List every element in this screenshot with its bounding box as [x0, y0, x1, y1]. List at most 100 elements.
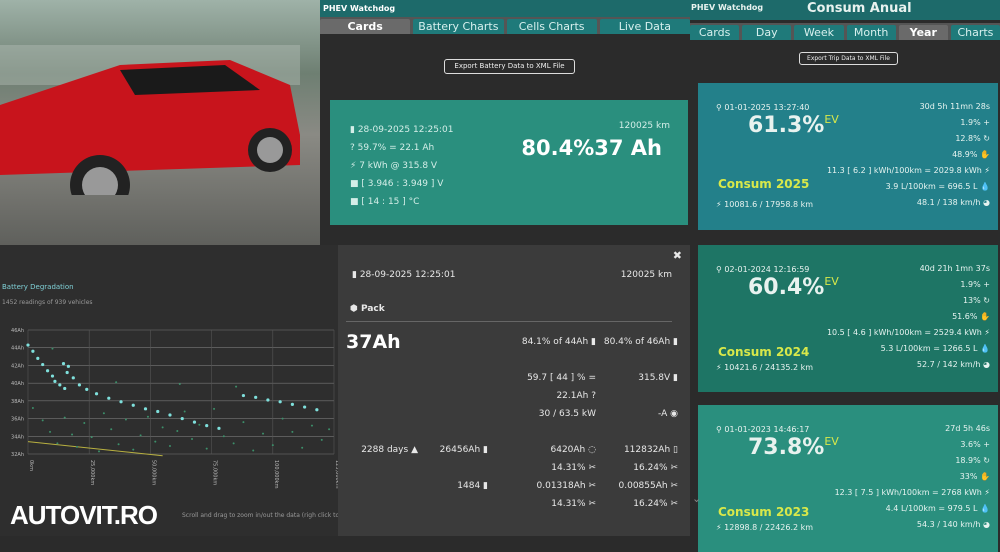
vehicle-point: [217, 426, 221, 430]
app-title: PHEV Watchdog: [320, 0, 690, 17]
vehicle-point: [26, 343, 30, 347]
vehicle-point: [254, 395, 258, 399]
fleet-point: [97, 450, 100, 453]
tab-year[interactable]: Year: [898, 25, 948, 40]
battery-icon: ▯: [673, 445, 678, 455]
pack-stat: 6420Ah ◌: [551, 445, 597, 455]
battery-degradation-chart[interactable]: Battery Degradation 1452 readings of 939…: [0, 245, 338, 536]
stat-row: 48.1 / 138 km/h ◕: [916, 198, 990, 207]
cell-max-icon: ✂: [670, 463, 678, 473]
tab-cards[interactable]: Cards: [320, 19, 411, 34]
pack-stat: 0.01318Ah ✂: [537, 481, 597, 491]
autovit-logo: AUTOVIT.RO: [10, 500, 158, 530]
bolt-icon: ⚡: [984, 166, 990, 175]
chart-subtitle: 1452 readings of 939 vehicles: [2, 299, 93, 306]
cell-min-icon: ✂: [588, 499, 596, 509]
fleet-point: [51, 347, 54, 350]
vehicle-point: [278, 400, 282, 404]
stat-row: 5.3 L/100km = 1266.5 L 💧: [880, 344, 990, 353]
chevron-down-icon[interactable]: ⌄: [692, 492, 701, 505]
fleet-point: [110, 428, 113, 431]
fleet-point: [71, 433, 74, 436]
vehicle-point: [303, 405, 307, 409]
close-icon[interactable]: ✖: [673, 249, 682, 262]
fleet-point: [132, 448, 135, 451]
fleet-point: [242, 421, 245, 424]
tab-month[interactable]: Month: [846, 25, 896, 40]
stat-value: 30 / 63.5 kW: [538, 409, 596, 419]
stat-value: 80.4% of 46Ah: [603, 337, 671, 347]
battery-card[interactable]: ▮ 28-09-2025 12:25:01 ? 59.7% = 22.1 Ah …: [330, 100, 688, 225]
x-tick-label: 25,000km: [89, 460, 95, 485]
x-tick-label: 75,000km: [212, 460, 218, 485]
chart-title: Battery Degradation: [2, 283, 74, 291]
fleet-point: [56, 442, 59, 445]
temp-row: ■ [ 14 : 15 ] °C: [350, 197, 420, 207]
amp-icon: ◉: [670, 409, 678, 419]
chart-plot[interactable]: 32Ah 34Ah 36Ah 38Ah 40Ah 42Ah 44Ah 46Ah 0km 25,00…: [0, 320, 338, 490]
ev-share: 61.3%EV: [748, 113, 839, 138]
stat-row: 4.4 L/100km = 979.5 L 💧: [885, 504, 990, 513]
stat-value: 14.31%: [551, 499, 586, 509]
tab-day[interactable]: Day: [742, 25, 792, 40]
card-km: ⚡ 12898.8 / 22426.2 km: [716, 523, 814, 532]
vehicle-point: [168, 413, 172, 417]
hand-icon: ✋: [980, 472, 990, 481]
pack-stat: -A ◉: [658, 409, 678, 419]
cell-max-icon: ✂: [670, 499, 678, 509]
fleet-point: [115, 381, 118, 384]
tab-live-data[interactable]: Live Data: [599, 19, 690, 34]
fleet-point: [178, 383, 181, 386]
vehicle-point: [192, 420, 197, 424]
stat-row: 12.8% ↻: [955, 134, 990, 143]
y-tick-label: 36Ah: [11, 417, 24, 423]
export-battery-button[interactable]: Export Battery Data to XML File: [444, 59, 575, 74]
bolt-icon: ⚡: [716, 523, 725, 532]
stat-value: 315.8V: [638, 373, 671, 383]
vehicle-point: [205, 424, 209, 428]
card-title: Consum 2023: [718, 505, 810, 519]
speedometer-icon: ◕: [983, 520, 990, 529]
vehicle-point: [266, 398, 270, 402]
stat-value: 22.1Ah: [556, 391, 589, 401]
pack-stat: 1484 ▮: [457, 481, 488, 491]
stat-row: 51.6% ✋: [952, 312, 990, 321]
tab-charts[interactable]: Charts: [950, 25, 1000, 40]
car-photo: [0, 0, 320, 245]
ev-share: 60.4%EV: [748, 275, 839, 300]
export-trip-button[interactable]: Export Trip Data to XML File: [799, 52, 898, 65]
hand-icon: ✋: [980, 150, 990, 159]
year-card[interactable]: ⚲ 02-01-2024 12:16:59 60.4%EV Consum 202…: [698, 245, 998, 392]
card-km: ⚡ 10081.6 / 17958.8 km: [716, 200, 814, 209]
tab-bar: Cards Day Week Month Year Charts: [690, 23, 1000, 40]
tab-cards[interactable]: Cards: [690, 25, 740, 40]
year-card[interactable]: ⚲ 01-01-2025 13:27:40 61.3%EV Consum 202…: [698, 83, 998, 230]
tab-cells-charts[interactable]: Cells Charts: [506, 19, 597, 34]
chart-hint: Scroll and drag to zoom in/out the data …: [182, 512, 344, 519]
tab-week[interactable]: Week: [794, 25, 844, 40]
vehicle-point: [61, 362, 66, 366]
cell-min-icon: ✂: [588, 481, 596, 491]
plus-icon: +: [983, 118, 990, 127]
odometer: 120025 km: [618, 121, 670, 131]
year-card[interactable]: ⚲ 01-01-2023 14:46:17 73.8%EV Consum 202…: [698, 405, 998, 552]
fleet-point: [49, 430, 52, 433]
stat-row: 54.3 / 140 km/h ◕: [916, 520, 990, 529]
stat-row: 3.6% +: [960, 440, 990, 449]
tab-battery-charts[interactable]: Battery Charts: [413, 19, 504, 34]
fleet-point: [124, 418, 127, 421]
duration: 30d 5h 11mn 28s: [919, 102, 990, 111]
duration: 40d 21h 1mn 37s: [919, 264, 990, 273]
stat-value: 16.24%: [633, 499, 668, 509]
speedometer-icon: ◕: [983, 198, 990, 207]
cell-voltage-row: ■ [ 3.946 : 3.949 ] V: [350, 179, 444, 189]
vehicle-point: [45, 369, 50, 373]
x-tick-label: 50,000km: [150, 460, 156, 485]
fleet-point: [222, 435, 225, 438]
fleet-point: [117, 443, 120, 446]
stat-value: 14.31%: [551, 463, 586, 473]
fleet-point: [291, 430, 294, 433]
drop-icon: 💧: [980, 182, 990, 191]
vehicle-point: [36, 356, 40, 360]
thermometer-icon: ■: [350, 197, 362, 207]
